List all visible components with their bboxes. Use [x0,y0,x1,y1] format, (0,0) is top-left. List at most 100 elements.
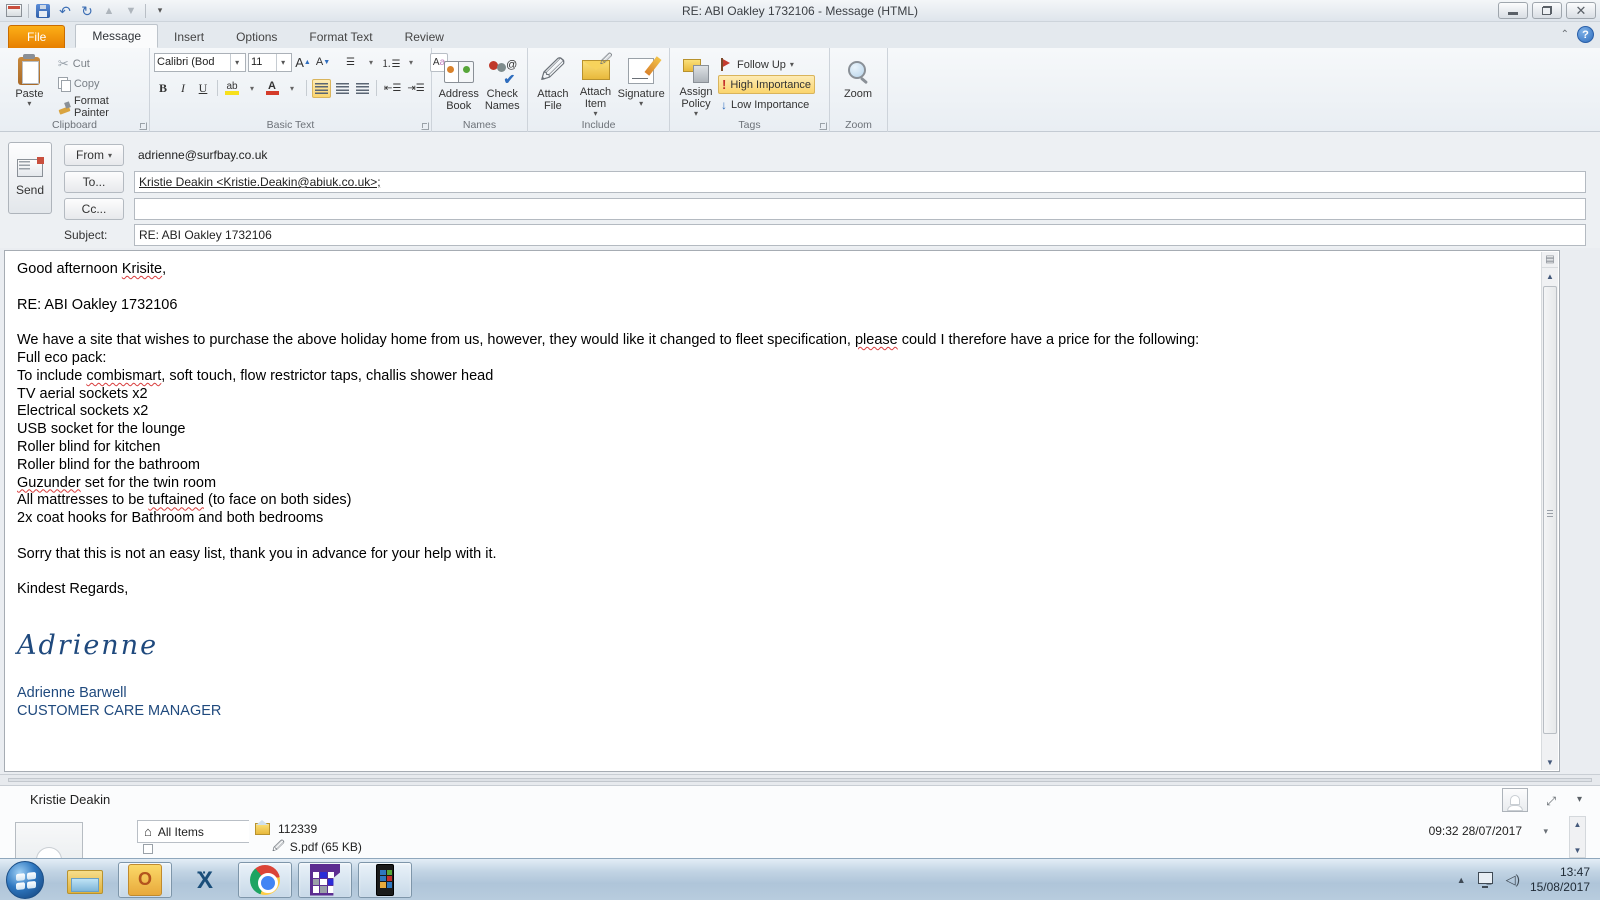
help-icon[interactable]: ? [1577,26,1594,43]
tags-dialog-launcher[interactable] [819,122,827,130]
people-pane-scrollbar[interactable]: ▲ ▼ [1569,816,1586,858]
to-button[interactable]: To... [64,171,124,193]
attach-file-button[interactable]: 🖉 Attach File [532,51,574,118]
text-highlight-button[interactable]: ab [223,79,241,98]
numbering-dropdown-arrow[interactable]: ▾ [402,53,420,72]
bullets-dropdown-arrow[interactable]: ▾ [362,53,380,72]
body-scrollbar[interactable]: ▤ ▲ ▼ [1541,252,1558,770]
message-body[interactable]: Good afternoon Krisite, RE: ABI Oakley 1… [4,250,1560,772]
tab-review[interactable]: Review [389,26,460,48]
tab-insert[interactable]: Insert [158,26,220,48]
tab-format-text[interactable]: Format Text [293,26,388,48]
undo-icon[interactable]: ↶ [57,3,73,19]
taskbar-chrome-button[interactable] [238,861,292,898]
mail-item-subject[interactable]: 112339 [278,822,317,836]
grow-font-button[interactable]: A ▲ [294,53,312,72]
low-importance-button[interactable]: ↓ Low Importance [718,97,815,113]
italic-button[interactable]: I [174,79,192,98]
item-dropdown-arrow[interactable]: ▾ [1543,826,1548,837]
cc-button[interactable]: Cc... [64,198,124,220]
attach-item-button[interactable]: Attach Item ▾ [574,51,618,118]
save-icon[interactable] [35,3,51,19]
font-color-button[interactable]: A [263,79,281,98]
people-pane-tab-all-items[interactable]: ⌂ All Items [137,820,249,843]
clipboard-dialog-launcher[interactable] [139,122,147,130]
address-book-button[interactable]: Address Book [436,51,481,118]
people-pane-expand-icon[interactable]: ⤢ [1546,794,1556,809]
bullets-button[interactable]: ☰ [342,53,360,72]
taskbar-explorer-button[interactable] [58,862,112,898]
send-button[interactable]: Send [8,142,52,214]
copy-button[interactable]: Copy [55,76,145,92]
contact-avatar-small[interactable] [1502,788,1528,812]
scroll-down-icon[interactable]: ▼ [1542,754,1558,770]
people-pane-item[interactable]: 112339 🖉 S.pdf (65 KB) [255,820,1480,856]
font-color-dropdown-arrow[interactable]: ▾ [283,79,301,98]
cut-button[interactable]: ✂ Cut [55,55,145,73]
decrease-indent-button[interactable]: ⇤☰ [382,79,403,98]
shrink-font-button[interactable]: A ▼ [314,53,332,72]
align-right-button[interactable] [353,79,371,98]
people-pane-splitter[interactable] [0,774,1600,786]
contact-photo-placeholder[interactable] [15,822,83,862]
taskbar-grid-app-button[interactable] [298,861,352,898]
pp-scroll-down-icon[interactable]: ▼ [1570,843,1585,857]
customize-qat-icon[interactable]: ▾ [152,3,168,19]
taskbar-outlook-button[interactable]: O [118,861,172,898]
high-importance-button[interactable]: ! High Importance [718,75,816,94]
start-button[interactable] [6,860,44,899]
minimize-button[interactable] [1498,2,1528,19]
follow-up-button[interactable]: Follow Up ▾ [718,57,815,72]
mail-item-attachment[interactable]: S.pdf (65 KB) [290,840,362,854]
paste-dropdown-arrow[interactable]: ▾ [27,100,31,108]
assign-policy-button[interactable]: Assign Policy ▾ [674,51,718,118]
text-highlight-dropdown-arrow[interactable]: ▾ [243,79,261,98]
format-painter-button[interactable]: Format Painter [55,94,145,120]
message-text[interactable]: Good afternoon Krisite, RE: ABI Oakley 1… [17,261,1535,721]
minimize-ribbon-icon[interactable]: ⌃ [1561,29,1569,40]
paste-button[interactable]: Paste ▾ [4,51,55,118]
redo-icon[interactable]: ↻ [79,3,95,19]
network-icon[interactable] [1476,871,1496,888]
to-recipient[interactable]: Kristie Deakin <Kristie.Deakin@abiuk.co.… [139,175,381,189]
basic-text-dialog-launcher[interactable] [421,122,429,130]
scroll-up-icon[interactable]: ▲ [1542,268,1558,284]
subject-field[interactable]: RE: ABI Oakley 1732106 [134,224,1586,246]
taskbar-phone-app-button[interactable] [358,861,412,898]
pp-scroll-up-icon[interactable]: ▲ [1570,817,1585,831]
ruler-toggle-icon[interactable]: ▤ [1542,252,1558,268]
show-hidden-icons-button[interactable]: ▲ [1457,875,1466,885]
scrollbar-thumb[interactable] [1543,286,1557,734]
tab-options[interactable]: Options [220,26,293,48]
from-button[interactable]: From ▾ [64,144,124,166]
people-pane-tab-partial[interactable] [137,843,249,855]
font-name-combobox[interactable]: Calibri (Bod ▾ [154,52,246,72]
move-up-icon[interactable]: ▲ [101,3,117,19]
align-left-button[interactable] [312,78,331,98]
speaker-icon[interactable]: ◁) [1506,872,1520,888]
taskbar-clock[interactable]: 13:47 15/08/2017 [1530,865,1590,895]
font-size-dropdown-arrow[interactable]: ▾ [276,53,289,71]
close-button[interactable]: ✕ [1566,2,1596,19]
signature-dropdown-arrow[interactable]: ▾ [639,100,643,108]
align-center-button[interactable] [333,79,351,98]
zoom-button[interactable]: Zoom [834,51,882,118]
people-pane-chevron-icon[interactable]: ▾ [1577,794,1582,805]
cc-field[interactable] [134,198,1586,220]
tab-file[interactable]: File [8,25,66,48]
font-name-dropdown-arrow[interactable]: ▾ [230,53,243,71]
restore-button[interactable] [1532,2,1562,19]
to-field[interactable]: Kristie Deakin <Kristie.Deakin@abiuk.co.… [134,171,1586,193]
window-mail-icon[interactable] [6,3,22,19]
bold-button[interactable]: B [154,79,172,98]
tab-message[interactable]: Message [75,24,159,48]
attach-item-dropdown-arrow[interactable]: ▾ [594,110,598,118]
numbering-button[interactable]: ⒈☰ [382,53,401,72]
check-names-button[interactable]: @ ✔ Check Names [481,51,523,118]
move-down-icon[interactable]: ▼ [123,3,139,19]
font-size-combobox[interactable]: 11 ▾ [248,52,292,72]
underline-button[interactable]: U [194,79,212,98]
taskbar-jira-button[interactable]: X [178,855,232,898]
assign-policy-dropdown-arrow[interactable]: ▾ [694,110,698,118]
signature-button[interactable]: Signature ▾ [617,51,665,118]
